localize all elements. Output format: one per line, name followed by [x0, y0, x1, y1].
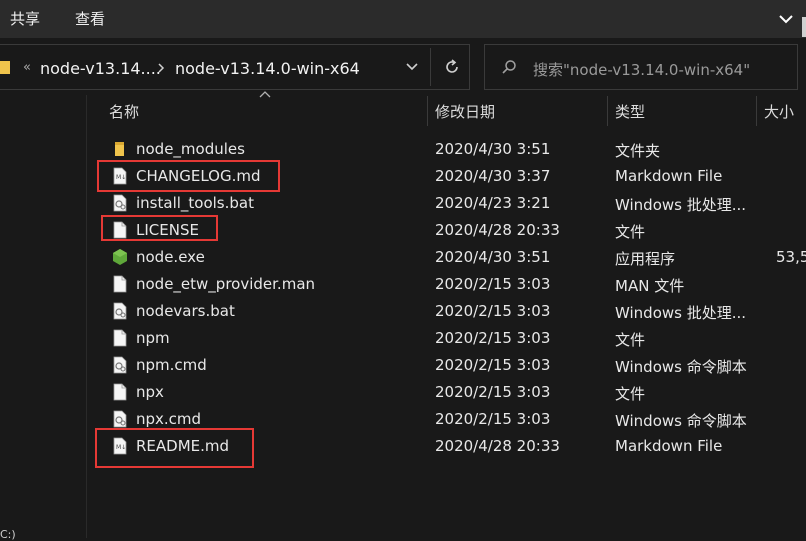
file-type: Windows 命令脚本 [615, 412, 747, 430]
file-row[interactable]: install_tools.bat 2020/4/23 3:21 Windows 批… [100, 189, 806, 216]
column-divider[interactable] [427, 96, 428, 126]
file-name: nodevars.bat [136, 302, 235, 320]
file-type: Windows 命令脚本 [615, 358, 747, 376]
file-date: 2020/4/30 3:51 [435, 248, 551, 266]
file-name: npx [136, 383, 164, 401]
file-name: npm [136, 329, 170, 347]
nodejs-icon [112, 248, 128, 266]
file-date: 2020/4/30 3:51 [435, 140, 551, 158]
file-name: npx.cmd [136, 410, 202, 428]
file-date: 2020/2/15 3:03 [435, 275, 551, 293]
file-type: MAN 文件 [615, 277, 685, 295]
file-date: 2020/4/28 20:33 [435, 437, 560, 455]
file-row[interactable]: npx 2020/2/15 3:03 文件 [100, 378, 806, 405]
highlight-box [95, 428, 254, 468]
tab-share[interactable]: 共享 [10, 8, 40, 30]
file-name: node.exe [136, 248, 205, 266]
breadcrumb-current[interactable]: node-v13.14.0-win-x64 [175, 59, 360, 78]
column-header-date[interactable]: 修改日期 [435, 101, 495, 122]
file-row[interactable]: nodevars.bat 2020/2/15 3:03 Windows 批处理... [100, 297, 806, 324]
help-icon-fragment[interactable] [802, 17, 806, 37]
file-size: 53,5 [776, 248, 806, 266]
file-date: 2020/2/15 3:03 [435, 383, 551, 401]
file-type: 文件 [615, 385, 646, 403]
file-date: 2020/2/15 3:03 [435, 356, 551, 374]
batch-file-icon [112, 356, 128, 374]
highlight-box [101, 215, 218, 241]
file-date: 2020/4/23 3:21 [435, 194, 551, 212]
address-dropdown-icon[interactable] [405, 62, 419, 72]
file-type: 文件 [615, 223, 646, 241]
file-date: 2020/2/15 3:03 [435, 302, 551, 320]
column-header-size[interactable]: 大小 [764, 101, 794, 122]
divider [430, 48, 431, 86]
file-icon [112, 383, 128, 401]
column-header-type[interactable]: 类型 [615, 101, 645, 122]
column-header-name[interactable]: 名称 [109, 101, 139, 122]
file-name: node_modules [136, 140, 245, 158]
highlight-box [97, 160, 280, 192]
file-row[interactable]: npm.cmd 2020/2/15 3:03 Windows 命令脚本 [100, 351, 806, 378]
file-row[interactable]: node_etw_provider.man 2020/2/15 3:03 MAN 文… [100, 270, 806, 297]
refresh-icon[interactable] [443, 58, 461, 76]
tab-view[interactable]: 查看 [75, 8, 105, 30]
file-type: Markdown File [615, 167, 723, 185]
file-row[interactable]: node_modules 2020/4/30 3:51 文件夹 [100, 135, 806, 162]
file-type: 应用程序 [615, 250, 676, 268]
breadcrumb-overflow[interactable]: « [23, 60, 31, 75]
batch-file-icon [112, 194, 128, 212]
file-name: install_tools.bat [136, 194, 254, 212]
file-type: 文件 [615, 331, 646, 349]
file-row[interactable]: npm 2020/2/15 3:03 文件 [100, 324, 806, 351]
batch-file-icon [112, 410, 128, 428]
search-icon [502, 60, 516, 74]
breadcrumb-item[interactable]: node-v13.14.... [40, 59, 161, 78]
file-row[interactable]: node.exe 2020/4/30 3:51 应用程序 53,5 [100, 243, 806, 270]
file-icon [112, 275, 128, 293]
chevron-down-icon[interactable] [776, 9, 796, 29]
file-type: 文件夹 [615, 142, 661, 160]
chevron-right-icon[interactable] [157, 62, 165, 74]
file-date: 2020/2/15 3:03 [435, 410, 551, 428]
file-date: 2020/2/15 3:03 [435, 329, 551, 347]
search-input[interactable]: 搜索"node-v13.14.0-win-x64" [533, 59, 750, 80]
file-type: Windows 批处理... [615, 304, 747, 322]
sort-ascending-icon [259, 91, 271, 98]
column-divider[interactable] [756, 96, 757, 126]
file-date: 2020/4/30 3:37 [435, 167, 551, 185]
batch-file-icon [112, 302, 128, 320]
file-name: node_etw_provider.man [136, 275, 316, 293]
nav-item-fragment[interactable]: C:) [0, 528, 16, 541]
file-name: npm.cmd [136, 356, 207, 374]
file-type: Markdown File [615, 437, 723, 455]
column-divider[interactable] [607, 96, 608, 126]
folder-icon [0, 61, 10, 74]
file-icon [112, 329, 128, 347]
ribbon-bar [0, 0, 806, 38]
navigation-pane[interactable] [0, 95, 87, 538]
file-type: Windows 批处理... [615, 196, 747, 214]
folder-icon [112, 140, 128, 158]
file-date: 2020/4/28 20:33 [435, 221, 560, 239]
